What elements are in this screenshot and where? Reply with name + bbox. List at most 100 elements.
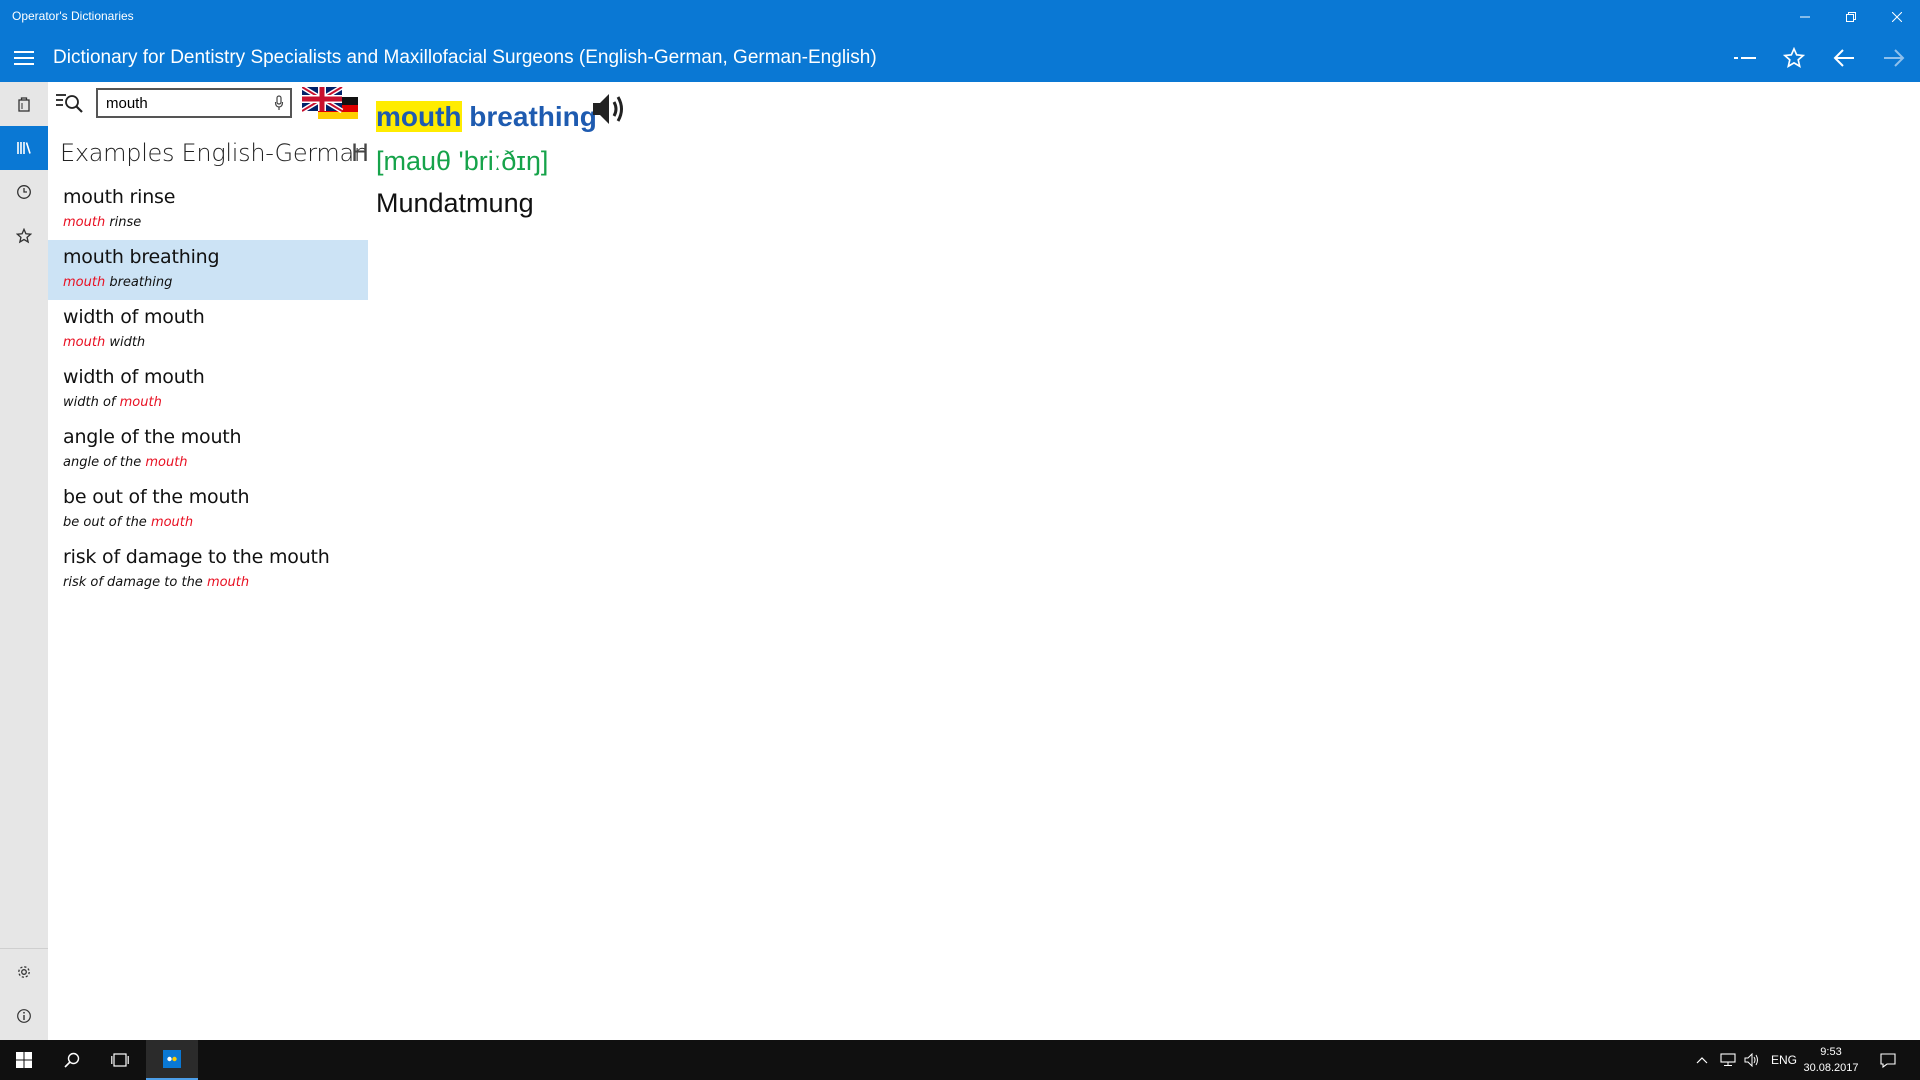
- list-item[interactable]: be out of the mouth be out of the mouth: [48, 480, 368, 540]
- network-icon: [1720, 1053, 1736, 1066]
- match-highlight: mouth: [145, 455, 188, 470]
- list-item-subtitle: angle of the mouth: [63, 455, 188, 470]
- tray-language[interactable]: ENG: [1771, 1040, 1797, 1080]
- app-logo-icon: [163, 1050, 181, 1068]
- app-header: Dictionary for Dentistry Specialists and…: [0, 34, 1920, 82]
- taskbar-search-button[interactable]: [48, 1040, 96, 1080]
- task-view-button[interactable]: [96, 1040, 144, 1080]
- start-button[interactable]: [0, 1040, 48, 1080]
- minimize-button[interactable]: [1782, 0, 1828, 34]
- restore-icon: [1846, 12, 1856, 22]
- dictionary-title: Dictionary for Dentistry Specialists and…: [53, 47, 877, 68]
- tray-chevron[interactable]: [1696, 1040, 1708, 1080]
- favorites-star-icon: [16, 228, 32, 244]
- minimize-icon: [1800, 16, 1810, 18]
- headword-rest: breathing: [461, 101, 597, 132]
- notification-icon: [1880, 1052, 1896, 1068]
- entry-translation: Mundatmung: [376, 188, 534, 218]
- sidebar-item-info[interactable]: [0, 994, 48, 1038]
- list-item[interactable]: risk of damage to the mouth risk of dama…: [48, 540, 368, 600]
- menu-button[interactable]: [10, 44, 38, 72]
- windows-logo-icon: [16, 1052, 32, 1068]
- forward-arrow-icon: [1884, 49, 1905, 67]
- sidebar: [0, 82, 48, 1040]
- tray-volume[interactable]: [1744, 1040, 1760, 1080]
- back-button[interactable]: [1824, 42, 1864, 74]
- list-item-subtitle: mouth width: [63, 335, 146, 350]
- list-item-subtitle: risk of damage to the mouth: [63, 575, 250, 590]
- search-icon: [64, 1052, 80, 1068]
- sidebar-item-settings[interactable]: [0, 950, 48, 994]
- taskbar: ENG 9:53 30.08.2017: [0, 1040, 1920, 1080]
- next-list-header-peek[interactable]: H: [351, 139, 369, 167]
- window-title-bar: Operator's Dictionaries: [0, 0, 1920, 34]
- list-item-title: angle of the mouth: [63, 426, 242, 448]
- results-list: mouth rinse mouth rinse mouth breathing …: [48, 180, 368, 600]
- search-field[interactable]: [96, 88, 292, 118]
- back-arrow-icon: [1833, 49, 1854, 67]
- match-highlight: mouth: [150, 515, 194, 530]
- match-highlight: mouth: [63, 335, 106, 350]
- collapse-button[interactable]: [1725, 42, 1765, 74]
- list-item-selected[interactable]: mouth breathing mouth breathing: [48, 240, 368, 300]
- forward-button[interactable]: [1874, 42, 1914, 74]
- action-center-button[interactable]: [1880, 1040, 1896, 1080]
- microphone-icon[interactable]: [274, 95, 284, 111]
- list-header: Examples English-German: [60, 139, 369, 167]
- list-item[interactable]: width of mouth width of mouth: [48, 360, 368, 420]
- list-item[interactable]: mouth rinse mouth rinse: [48, 180, 368, 240]
- match-highlight: mouth: [63, 275, 106, 290]
- info-icon: [17, 1009, 31, 1023]
- tray-network[interactable]: [1720, 1040, 1736, 1080]
- language-direction-button[interactable]: [300, 84, 360, 121]
- dictionaries-icon: [18, 97, 30, 112]
- search-input[interactable]: [106, 94, 256, 112]
- entry-headword: mouth breathing: [376, 101, 597, 133]
- hamburger-icon: [14, 51, 34, 65]
- star-icon: [1783, 47, 1805, 68]
- sidebar-divider: [0, 948, 48, 949]
- restore-button[interactable]: [1828, 0, 1874, 34]
- list-item-subtitle: mouth rinse: [63, 215, 142, 230]
- list-item-title: be out of the mouth: [63, 486, 250, 508]
- volume-icon: [1744, 1053, 1758, 1067]
- list-item-title: mouth rinse: [63, 186, 176, 208]
- match-highlight: mouth: [206, 575, 250, 590]
- match-highlight: mouth: [119, 395, 162, 410]
- match-highlight: mouth: [63, 215, 106, 230]
- list-item-title: risk of damage to the mouth: [63, 546, 330, 568]
- list-item[interactable]: angle of the mouth angle of the mouth: [48, 420, 368, 480]
- close-icon: [1892, 12, 1902, 22]
- list-item-title: mouth breathing: [63, 246, 220, 268]
- list-item-title: width of mouth: [63, 366, 205, 388]
- pronounce-button[interactable]: [590, 89, 630, 129]
- uk-flag-icon: [300, 84, 344, 114]
- close-button[interactable]: [1874, 0, 1920, 34]
- list-item-subtitle: mouth breathing: [63, 275, 173, 290]
- sidebar-item-library[interactable]: [0, 126, 48, 170]
- clock-time: 9:53: [1820, 1046, 1842, 1058]
- sidebar-item-history[interactable]: [0, 170, 48, 214]
- chevron-up-icon: [1696, 1057, 1708, 1064]
- list-item-subtitle: be out of the mouth: [63, 515, 194, 530]
- sidebar-item-dictionaries[interactable]: [0, 82, 48, 126]
- settings-gear-icon: [18, 966, 30, 978]
- tray-clock[interactable]: 9:53 30.08.2017: [1800, 1044, 1862, 1076]
- task-view-icon: [111, 1053, 129, 1067]
- search-mode-button[interactable]: [53, 88, 85, 118]
- search-magnifier-icon: [56, 94, 83, 113]
- sidebar-item-favorites[interactable]: [0, 214, 48, 258]
- clock-date: 30.08.2017: [1803, 1062, 1859, 1074]
- entry-pronunciation: [mauθ 'briːðɪŋ]: [376, 146, 549, 176]
- list-item-subtitle: width of mouth: [63, 395, 162, 410]
- history-icon: [17, 185, 31, 199]
- list-item[interactable]: width of mouth mouth width: [48, 300, 368, 360]
- list-item-title: width of mouth: [63, 306, 205, 328]
- taskbar-app-dictionaries[interactable]: [146, 1040, 198, 1080]
- favorite-button[interactable]: [1774, 42, 1814, 74]
- speaker-icon: [593, 94, 623, 124]
- headword-highlight: mouth: [376, 101, 462, 132]
- collapse-icon: [1734, 57, 1756, 59]
- library-icon: [17, 142, 31, 154]
- window-title: Operator's Dictionaries: [12, 9, 134, 23]
